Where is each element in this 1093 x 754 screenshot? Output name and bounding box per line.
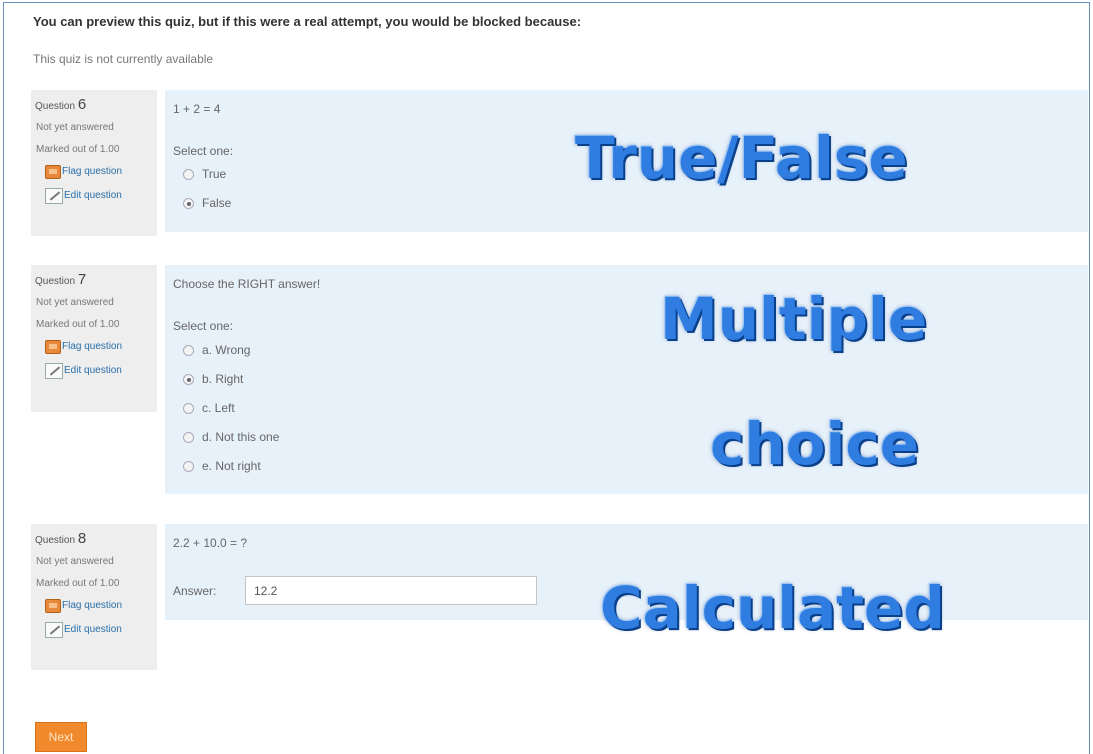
flag-icon (45, 599, 61, 613)
question-marks: Marked out of 1.00 (36, 144, 120, 155)
option-c[interactable]: c. Left (183, 401, 235, 415)
question-text: 1 + 2 = 4 (173, 102, 221, 116)
radio-button-selected[interactable] (183, 373, 194, 385)
radio-button[interactable] (183, 344, 194, 356)
edit-question-link[interactable]: Edit question (45, 187, 157, 205)
radio-button[interactable] (183, 402, 194, 414)
question-marks: Marked out of 1.00 (36, 578, 120, 589)
edit-question-link[interactable]: Edit question (45, 621, 157, 639)
edit-icon (45, 188, 63, 204)
question-marks: Marked out of 1.00 (36, 319, 120, 330)
question-status: Not yet answered (36, 556, 114, 567)
flag-icon (45, 340, 61, 354)
question-info-6: Question 6 Not yet answered Marked out o… (31, 90, 157, 236)
overlay-label-choice: choice (710, 410, 920, 478)
question-status: Not yet answered (36, 122, 114, 133)
option-a[interactable]: a. Wrong (183, 343, 250, 357)
radio-button-selected[interactable] (183, 197, 194, 209)
overlay-label-true-false: True/False (575, 124, 908, 192)
option-e[interactable]: e. Not right (183, 459, 261, 473)
next-button[interactable]: Next (35, 722, 87, 752)
question-number: Question 6 (35, 96, 87, 113)
select-prompt: Select one: (173, 319, 234, 333)
question-content-7: Choose the RIGHT answer! Select one: a. … (165, 265, 1088, 494)
option-d[interactable]: d. Not this one (183, 430, 279, 444)
question-content-8: 2.2 + 10.0 = ? Answer: Calculated (165, 524, 1088, 642)
question-status: Not yet answered (36, 297, 114, 308)
radio-button[interactable] (183, 460, 194, 472)
option-false[interactable]: False (183, 196, 231, 210)
question-text: Choose the RIGHT answer! (173, 277, 321, 291)
edit-question-link[interactable]: Edit question (45, 362, 157, 380)
question-content-6: 1 + 2 = 4 Select one: True False True/Fa… (165, 90, 1088, 232)
edit-icon (45, 363, 63, 379)
answer-label: Answer: (173, 584, 217, 598)
question-info-8: Question 8 Not yet answered Marked out o… (31, 524, 157, 670)
radio-button[interactable] (183, 431, 194, 443)
question-info-7: Question 7 Not yet answered Marked out o… (31, 265, 157, 412)
flag-icon (45, 165, 61, 179)
edit-icon (45, 622, 63, 638)
flag-question-button[interactable]: Flag question (45, 597, 157, 615)
question-text: 2.2 + 10.0 = ? (173, 536, 248, 550)
option-true[interactable]: True (183, 167, 226, 181)
answer-input[interactable] (245, 576, 537, 605)
option-b[interactable]: b. Right (183, 372, 243, 386)
preview-notice-reason: This quiz is not currently available (33, 52, 214, 66)
preview-notice-title: You can preview this quiz, but if this w… (33, 14, 582, 29)
overlay-label-multiple: Multiple (660, 285, 928, 353)
question-number: Question 7 (35, 271, 87, 288)
flag-question-button[interactable]: Flag question (45, 163, 157, 181)
select-prompt: Select one: (173, 144, 234, 158)
overlay-label-calculated: Calculated (600, 574, 945, 642)
radio-button[interactable] (183, 168, 194, 180)
question-number: Question 8 (35, 530, 87, 547)
flag-question-button[interactable]: Flag question (45, 338, 157, 356)
